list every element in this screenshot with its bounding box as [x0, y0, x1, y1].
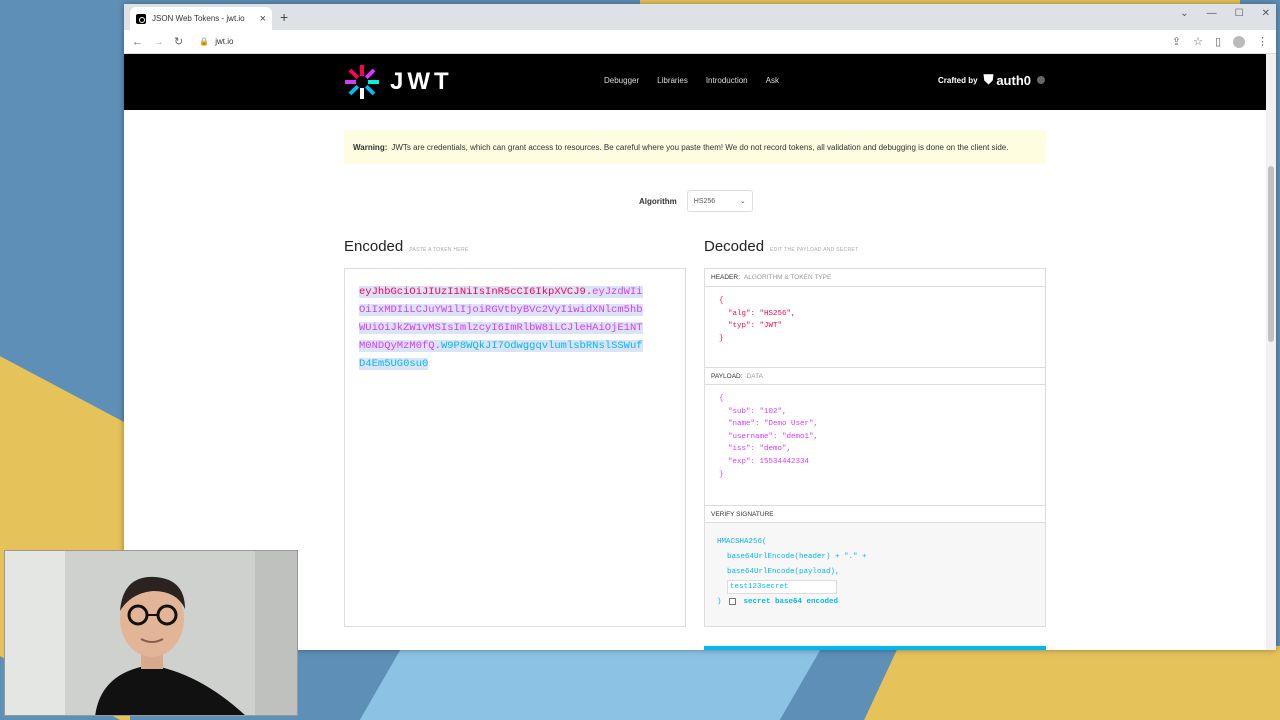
payload-section-title: PAYLOAD: DATA: [705, 367, 1045, 385]
sig-line: base64UrlEncode(payload),: [727, 568, 840, 576]
secret-input[interactable]: test123secret: [727, 580, 837, 594]
crafted-by[interactable]: Crafted by ⛊ auth0: [938, 72, 1045, 88]
share-jwt-button[interactable]: [704, 646, 1046, 650]
lock-icon: 🔒: [199, 37, 210, 46]
algorithm-value: HS256: [693, 197, 716, 205]
tab-jwt[interactable]: JSON Web Tokens - jwt.io ×: [130, 7, 272, 30]
auth0-shield-icon: ⛊: [983, 72, 994, 87]
encoded-title: Encoded: [344, 238, 404, 255]
decoded-heading: Decoded EDIT THE PAYLOAD AND SECRET: [704, 238, 858, 255]
payload-line: "sub": "102",: [719, 407, 787, 416]
minimize-icon[interactable]: —: [1207, 8, 1217, 19]
auth0-logo: ⛊ auth0: [984, 72, 1031, 88]
tab-search-icon[interactable]: ⌄: [1180, 8, 1188, 19]
header-line: {: [719, 297, 724, 305]
header-line: }: [719, 334, 724, 343]
tab-bar: JSON Web Tokens - jwt.io × + ⌄ — ☐ ✕: [124, 4, 1276, 30]
sidebar-icon[interactable]: ▯: [1215, 35, 1221, 48]
reload-icon[interactable]: ↻: [174, 35, 183, 48]
warning-text: JWTs are credentials, which can grant ac…: [391, 142, 1009, 152]
forward-icon[interactable]: →: [153, 36, 164, 48]
algorithm-label: Algorithm: [639, 196, 677, 206]
payload-json-editor[interactable]: { "sub": "102", "name": "Demo User", "us…: [705, 385, 1045, 505]
nav-ask[interactable]: Ask: [766, 76, 779, 85]
url-field[interactable]: 🔒 jwt.io: [199, 37, 233, 46]
sig-line: HMACSHA256(: [717, 538, 767, 546]
payload-sublabel: DATA: [746, 372, 763, 380]
encoded-token-input[interactable]: eyJhbGciOiJIUzI1NiIsInR5cCI6IkpXVCJ9.eyJ…: [344, 268, 686, 627]
page-scrollbar[interactable]: [1266, 54, 1276, 650]
url-text: jwt.io: [215, 37, 234, 46]
sig-line: base64UrlEncode(header) + "." +: [727, 553, 867, 561]
secret-base64-checkbox[interactable]: [729, 597, 737, 605]
auth0-text: auth0: [996, 72, 1031, 88]
scrollbar-thumb[interactable]: [1268, 166, 1274, 342]
crafted-by-label: Crafted by: [938, 75, 978, 85]
close-window-icon[interactable]: ✕: [1262, 8, 1270, 19]
address-bar: ← → ↻ 🔒 jwt.io ⇪ ☆ ▯ ⋮: [124, 30, 1276, 54]
chevron-down-icon: ⌄: [739, 198, 746, 205]
profile-avatar-icon[interactable]: [1233, 35, 1245, 48]
signature-section: HMACSHA256( base64UrlEncode(header) + ".…: [705, 523, 1045, 626]
webcam-overlay: [4, 550, 298, 716]
jwt-favicon-icon: [136, 13, 146, 24]
payload-line: "exp": 15534442334: [719, 457, 810, 466]
share-icon[interactable]: ⇪: [1172, 35, 1181, 48]
payload-line: "name": "Demo User",: [719, 420, 819, 429]
warning-banner: Warning: JWTs are credentials, which can…: [344, 130, 1046, 164]
new-tab-icon[interactable]: +: [280, 9, 288, 25]
header-json-editor[interactable]: { "alg": "HS256", "typ": "JWT" }: [705, 287, 1045, 367]
payload-line: }: [719, 470, 724, 479]
jwt-logo[interactable]: JWT: [344, 64, 453, 100]
header-section-title: HEADER: ALGORITHM & TOKEN TYPE: [705, 269, 1045, 287]
verify-signature-title: VERIFY SIGNATURE: [705, 505, 1045, 523]
window-controls: ⌄ — ☐ ✕: [1180, 8, 1270, 19]
header-line: "alg": "HS256",: [719, 309, 796, 318]
header-section: HEADER: ALGORITHM & TOKEN TYPE { "alg": …: [705, 269, 1045, 367]
warning-label: Warning:: [353, 142, 388, 152]
payload-section: PAYLOAD: DATA { "sub": "102", "name": "D…: [705, 367, 1045, 505]
payload-label: PAYLOAD:: [711, 372, 743, 380]
decoded-panel: HEADER: ALGORITHM & TOKEN TYPE { "alg": …: [704, 268, 1046, 627]
logo-text: JWT: [390, 68, 453, 95]
decoded-subtitle: EDIT THE PAYLOAD AND SECRET: [770, 247, 859, 253]
webcam-person-image: [5, 551, 297, 715]
jwt-logo-icon: [345, 65, 379, 99]
header-sublabel: ALGORITHM & TOKEN TYPE: [743, 274, 832, 281]
header-label: HEADER:: [711, 274, 740, 281]
nav-debugger[interactable]: Debugger: [604, 76, 639, 85]
algorithm-row: Algorithm HS256 ⌄: [639, 190, 753, 212]
bookmark-star-icon[interactable]: ☆: [1193, 35, 1203, 48]
info-icon: [1037, 76, 1045, 84]
menu-dots-icon[interactable]: ⋮: [1257, 35, 1268, 48]
sig-close: ): [717, 598, 722, 606]
maximize-icon[interactable]: ☐: [1235, 8, 1244, 19]
header-line: "typ": "JWT": [719, 322, 783, 331]
tab-title: JSON Web Tokens - jwt.io: [152, 14, 245, 23]
top-nav: JWT Debugger Libraries Introduction Ask …: [124, 54, 1266, 110]
verify-signature-label: VERIFY SIGNATURE: [711, 510, 774, 518]
nav-links: Debugger Libraries Introduction Ask: [604, 76, 779, 85]
algorithm-select[interactable]: HS256 ⌄: [686, 190, 753, 212]
token-header-part: eyJhbGciOiJIUzI1NiIsInR5cCI6IkpXVCJ9: [359, 286, 586, 298]
nav-libraries[interactable]: Libraries: [657, 76, 688, 85]
payload-line: {: [719, 395, 724, 403]
encoded-heading: Encoded PASTE A TOKEN HERE: [344, 238, 469, 255]
payload-line: "iss": "demo",: [719, 445, 792, 454]
close-tab-icon[interactable]: ×: [260, 13, 266, 25]
decoded-title: Decoded: [704, 238, 765, 255]
nav-introduction[interactable]: Introduction: [706, 76, 748, 85]
payload-line: "username": "demo1",: [719, 432, 819, 441]
back-icon[interactable]: ←: [132, 36, 143, 48]
token-text: eyJhbGciOiJIUzI1NiIsInR5cCI6IkpXVCJ9.eyJ…: [359, 286, 643, 370]
encoded-subtitle: PASTE A TOKEN HERE: [409, 247, 469, 253]
secret-base64-label: secret base64 encoded: [743, 598, 839, 606]
